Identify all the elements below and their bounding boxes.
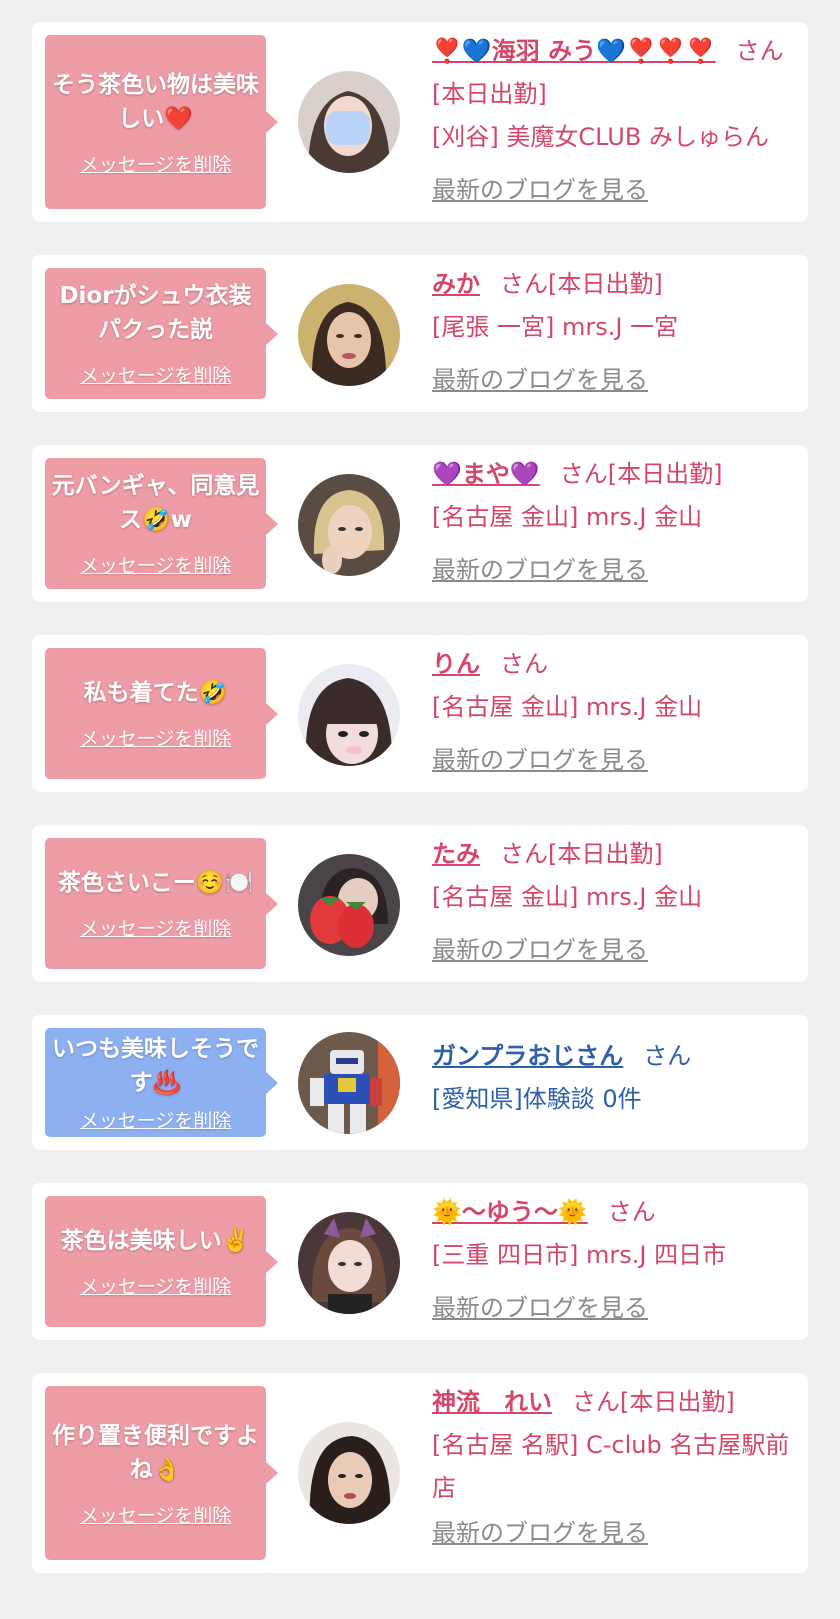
delete-message-link[interactable]: メッセージを削除 xyxy=(80,1272,232,1299)
delete-message-link[interactable]: メッセージを削除 xyxy=(80,150,232,177)
sender-info: 💜まや💜 さん[本日出勤] [名古屋 金山] mrs.J 金山 最新のブログを見る xyxy=(432,453,790,592)
shop-info: [名古屋 金山] mrs.J 金山 xyxy=(432,883,703,911)
sender-name-link[interactable]: たみ xyxy=(432,840,480,868)
sender-name-link[interactable]: りん xyxy=(432,650,480,678)
sender-info: ガンプラおじさん さん [愛知県]体験談 0件 xyxy=(432,1035,790,1121)
message-card: 茶色は美味しい✌️ メッセージを削除 🌞〜ゆう〜🌞 さん [三重 四日市] mrs… xyxy=(32,1183,808,1340)
message-card: 茶色さいこー☺️🍽️ メッセージを削除 たみ さん[本日出勤] [名古屋 金山] … xyxy=(32,825,808,982)
delete-message-link[interactable]: メッセージを削除 xyxy=(80,1106,232,1133)
avatar[interactable] xyxy=(298,1422,400,1524)
shop-info: [尾張 一宮] mrs.J 一宮 xyxy=(432,313,679,341)
attendance-status: [本日出勤] xyxy=(620,1388,735,1416)
avatar[interactable] xyxy=(298,1032,400,1134)
message-text: 元バンギャ、同意見ス🤣w xyxy=(51,473,260,533)
avatar[interactable] xyxy=(298,1212,400,1314)
delete-message-link[interactable]: メッセージを削除 xyxy=(80,361,232,388)
message-bubble: 茶色は美味しい✌️ メッセージを削除 xyxy=(45,1196,278,1327)
message-text: 茶色は美味しい✌️ xyxy=(60,1228,251,1254)
honorific: さん xyxy=(500,270,548,298)
sender-info: ❣️💙海羽 みう💙❣️❣️❣️ さん [本日出勤] [刈谷] 美魔女CLUB みし… xyxy=(432,30,790,212)
avatar[interactable] xyxy=(298,474,400,576)
sender-name-link[interactable]: 神流 れい xyxy=(432,1388,552,1416)
message-card: Diorがシュウ衣装パクった説 メッセージを削除 みか さん[本日出勤] [尾張 … xyxy=(32,255,808,412)
message-card: 元バンギャ、同意見ス🤣w メッセージを削除 💜まや💜 さん[本日出勤] [名古屋 … xyxy=(32,445,808,602)
delete-message-link[interactable]: メッセージを削除 xyxy=(80,1501,232,1528)
message-bubble: いつも美味しそうです♨️ メッセージを削除 xyxy=(45,1028,278,1137)
latest-blog-link[interactable]: 最新のブログを見る xyxy=(432,1512,790,1555)
honorific: さん xyxy=(559,460,608,488)
sender-name-link[interactable]: 💜まや💜 xyxy=(432,460,540,488)
avatar[interactable] xyxy=(298,854,400,956)
honorific: さん xyxy=(500,840,548,868)
avatar[interactable] xyxy=(298,71,400,173)
delete-message-link[interactable]: メッセージを削除 xyxy=(80,914,232,941)
latest-blog-link[interactable]: 最新のブログを見る xyxy=(432,549,790,592)
latest-blog-link[interactable]: 最新のブログを見る xyxy=(432,739,790,782)
message-card: 私も着てた🤣 メッセージを削除 りん さん [名古屋 金山] mrs.J 金山 最… xyxy=(32,635,808,792)
message-text: 作り置き便利ですよね👌 xyxy=(52,1422,259,1483)
delete-message-link[interactable]: メッセージを削除 xyxy=(80,551,232,578)
honorific: さん xyxy=(607,1198,656,1226)
message-text: 私も着てた🤣 xyxy=(83,680,228,706)
message-text: そう茶色い物は美味しい❤️ xyxy=(52,71,259,132)
message-card: そう茶色い物は美味しい❤️ メッセージを削除 ❣️💙海羽 みう💙❣️❣️❣️ さん… xyxy=(32,22,808,222)
latest-blog-link[interactable]: 最新のブログを見る xyxy=(432,929,790,972)
sender-info: たみ さん[本日出勤] [名古屋 金山] mrs.J 金山 最新のブログを見る xyxy=(432,833,790,972)
sender-name-link[interactable]: ❣️💙海羽 みう💙❣️❣️❣️ xyxy=(432,37,716,65)
latest-blog-link[interactable]: 最新のブログを見る xyxy=(432,359,790,402)
message-list: そう茶色い物は美味しい❤️ メッセージを削除 ❣️💙海羽 みう💙❣️❣️❣️ さん… xyxy=(0,0,840,1573)
message-card: 作り置き便利ですよね👌 メッセージを削除 神流 れい さん[本日出勤] [名古屋 … xyxy=(32,1373,808,1573)
honorific: さん xyxy=(500,650,548,678)
sender-info: りん さん [名古屋 金山] mrs.J 金山 最新のブログを見る xyxy=(432,643,790,782)
sender-name-link[interactable]: みか xyxy=(432,270,480,298)
message-bubble: 私も着てた🤣 メッセージを削除 xyxy=(45,648,278,779)
message-text: Diorがシュウ衣装パクった説 xyxy=(59,283,252,343)
attendance-status: [本日出勤] xyxy=(548,270,663,298)
message-text: いつも美味しそうです♨️ xyxy=(52,1036,259,1096)
shop-info: [刈谷] 美魔女CLUB みしゅらん xyxy=(432,123,769,151)
shop-info: [名古屋 金山] mrs.J 金山 xyxy=(432,693,703,721)
message-bubble: 作り置き便利ですよね👌 メッセージを削除 xyxy=(45,1386,278,1560)
sender-info: みか さん[本日出勤] [尾張 一宮] mrs.J 一宮 最新のブログを見る xyxy=(432,263,790,402)
message-bubble: Diorがシュウ衣装パクった説 メッセージを削除 xyxy=(45,268,278,399)
shop-info: [名古屋 金山] mrs.J 金山 xyxy=(432,503,703,531)
sender-info: 神流 れい さん[本日出勤] [名古屋 名駅] C-club 名古屋駅前店 最新の… xyxy=(432,1381,790,1555)
attendance-status: [本日出勤] xyxy=(607,460,723,488)
message-card: いつも美味しそうです♨️ メッセージを削除 ガンプラおじさん さん [愛知県]体験… xyxy=(32,1015,808,1150)
latest-blog-link[interactable]: 最新のブログを見る xyxy=(432,169,790,212)
sender-name-link[interactable]: 🌞〜ゆう〜🌞 xyxy=(432,1198,588,1226)
delete-message-link[interactable]: メッセージを削除 xyxy=(80,724,232,751)
avatar[interactable] xyxy=(298,284,400,386)
shop-info: [三重 四日市] mrs.J 四日市 xyxy=(432,1241,727,1269)
attendance-status: [本日出勤] xyxy=(548,840,663,868)
honorific: さん xyxy=(572,1388,620,1416)
attendance-status: [本日出勤] xyxy=(432,80,547,108)
honorific: さん xyxy=(735,37,784,65)
shop-info: [愛知県]体験談 0件 xyxy=(432,1085,642,1113)
message-bubble: 元バンギャ、同意見ス🤣w メッセージを削除 xyxy=(45,458,278,589)
sender-name-link[interactable]: ガンプラおじさん xyxy=(432,1042,623,1070)
message-text: 茶色さいこー☺️🍽️ xyxy=(57,870,254,896)
latest-blog-link[interactable]: 最新のブログを見る xyxy=(432,1287,790,1330)
sender-info: 🌞〜ゆう〜🌞 さん [三重 四日市] mrs.J 四日市 最新のブログを見る xyxy=(432,1191,790,1330)
honorific: さん xyxy=(643,1042,692,1070)
avatar[interactable] xyxy=(298,664,400,766)
shop-info: [名古屋 名駅] C-club 名古屋駅前店 xyxy=(432,1431,790,1502)
message-bubble: 茶色さいこー☺️🍽️ メッセージを削除 xyxy=(45,838,278,969)
message-bubble: そう茶色い物は美味しい❤️ メッセージを削除 xyxy=(45,35,278,209)
